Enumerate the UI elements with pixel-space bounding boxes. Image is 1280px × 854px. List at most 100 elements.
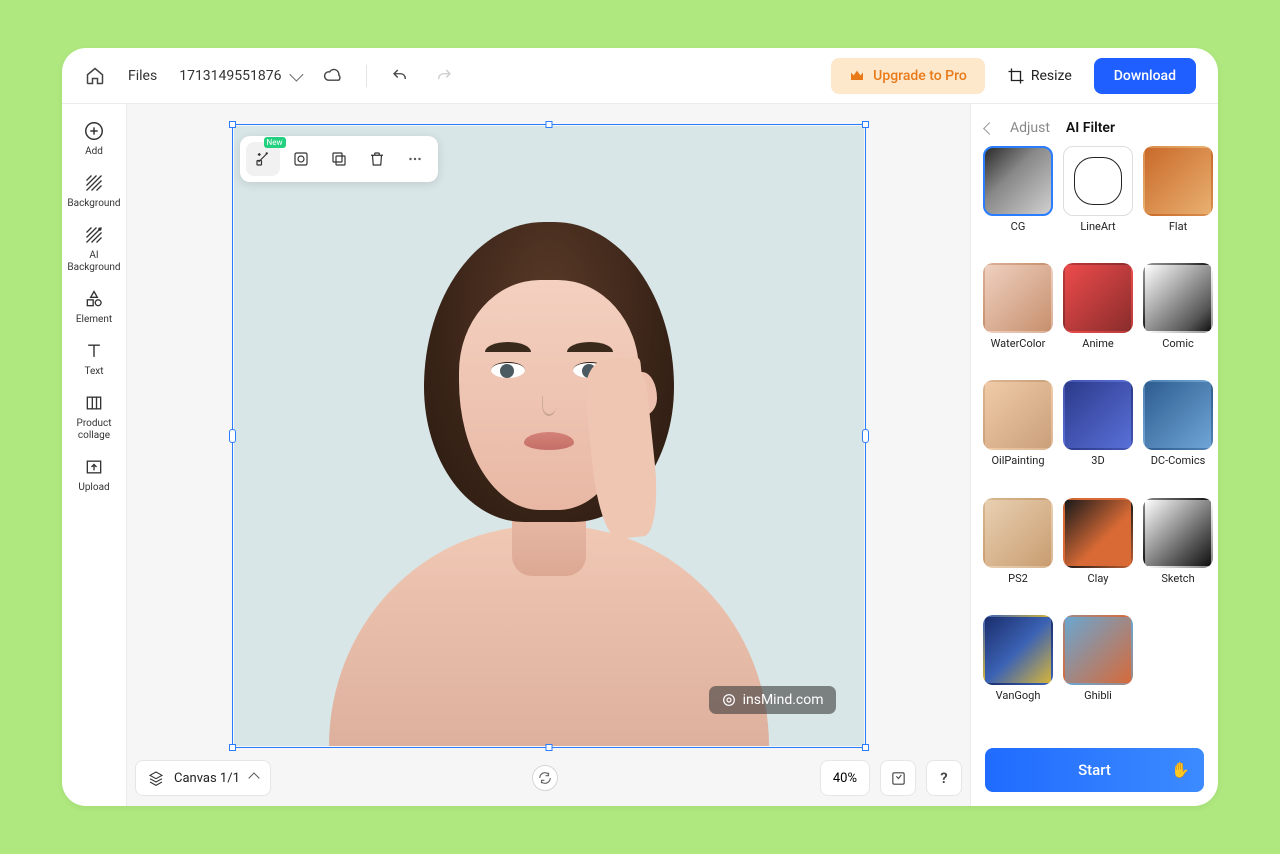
filter-lineart[interactable]: LineArt [1063, 146, 1133, 253]
filter-label: LineArt [1080, 220, 1115, 233]
resize-handle-tl[interactable] [229, 121, 236, 128]
tab-ai-filter[interactable]: AI Filter [1066, 120, 1115, 136]
download-label: Download [1114, 68, 1176, 84]
filter-thumbnail [1063, 615, 1133, 685]
resize-handle-mr[interactable] [862, 429, 869, 443]
filter-dc-comics[interactable]: DC-Comics [1143, 380, 1213, 487]
filter-vangogh[interactable]: VanGogh [983, 615, 1053, 722]
filter-sketch[interactable]: Sketch [1143, 498, 1213, 605]
sidebar-item-label: Upload [78, 482, 109, 494]
history-button[interactable] [880, 760, 916, 796]
sidebar-item-product-collage[interactable]: Product collage [64, 392, 124, 442]
filter-ghibli[interactable]: Ghibli [1063, 615, 1133, 722]
filter-3d[interactable]: 3D [1063, 380, 1133, 487]
resize-handle-tm[interactable] [545, 121, 552, 128]
filter-thumbnail [983, 263, 1053, 333]
filter-ps2[interactable]: PS2 [983, 498, 1053, 605]
text-icon [83, 340, 105, 362]
canvas-pager[interactable]: Canvas 1/1 [135, 760, 271, 796]
filter-thumbnail [1063, 263, 1133, 333]
sidebar-item-label: Background [67, 198, 120, 210]
start-button[interactable]: Start ✋ [985, 748, 1204, 792]
filter-label: Flat [1169, 220, 1187, 233]
refresh-icon[interactable] [532, 765, 558, 791]
more-tool[interactable] [398, 142, 432, 176]
undo-icon[interactable] [389, 65, 411, 87]
filter-label: DC-Comics [1151, 454, 1206, 467]
filter-label: Ghibli [1084, 689, 1112, 702]
tab-adjust[interactable]: Adjust [1010, 120, 1050, 136]
filter-thumbnail [1063, 380, 1133, 450]
filter-label: Comic [1162, 337, 1194, 350]
sidebar-item-ai-background[interactable]: AI Background [64, 224, 124, 274]
sidebar-item-element[interactable]: Element [64, 288, 124, 326]
resize-button[interactable]: Resize [1007, 67, 1072, 85]
upgrade-label: Upgrade to Pro [873, 68, 967, 84]
resize-handle-tr[interactable] [862, 121, 869, 128]
start-label: Start [1078, 761, 1111, 779]
back-icon[interactable] [983, 122, 996, 135]
sidebar-item-add[interactable]: Add [64, 120, 124, 158]
toolbar-divider [366, 65, 367, 87]
mask-tool[interactable] [284, 142, 318, 176]
floating-toolbar: New [240, 136, 438, 182]
download-button[interactable]: Download [1094, 58, 1196, 94]
canvas-bottom-bar: Canvas 1/1 40% ? [135, 758, 962, 798]
app-window: Files 1713149551876 Upgrade to Pro Resiz… [62, 48, 1218, 806]
filter-oilpainting[interactable]: OilPainting [983, 380, 1053, 487]
filter-flat[interactable]: Flat [1143, 146, 1213, 253]
filter-cg[interactable]: CG [983, 146, 1053, 253]
filter-comic[interactable]: Comic [1143, 263, 1213, 370]
sidebar-item-text[interactable]: Text [64, 340, 124, 378]
canvas-pager-label: Canvas 1/1 [174, 771, 240, 786]
resize-label: Resize [1031, 68, 1072, 84]
sidebar-item-label: Add [85, 146, 103, 158]
shapes-icon [83, 288, 105, 310]
filter-clay[interactable]: Clay [1063, 498, 1133, 605]
filter-label: PS2 [1008, 572, 1028, 585]
filter-label: VanGogh [996, 689, 1041, 702]
resize-handle-bl[interactable] [229, 744, 236, 751]
collage-icon [83, 392, 105, 414]
portrait-image [304, 186, 794, 746]
filter-thumbnail [983, 380, 1053, 450]
help-button[interactable]: ? [926, 760, 962, 796]
filter-label: 3D [1091, 454, 1104, 467]
resize-handle-ml[interactable] [229, 429, 236, 443]
upload-icon [83, 456, 105, 478]
canvas-area[interactable]: New [127, 104, 970, 806]
filter-thumbnail [1063, 498, 1133, 568]
upgrade-button[interactable]: Upgrade to Pro [831, 58, 985, 94]
filename-dropdown[interactable]: 1713149551876 [179, 68, 299, 84]
filter-thumbnail [1143, 146, 1213, 216]
redo-icon[interactable] [433, 65, 455, 87]
new-badge: New [264, 137, 286, 148]
zoom-label: 40% [833, 771, 857, 786]
home-icon[interactable] [84, 65, 106, 87]
filter-thumbnail [983, 146, 1053, 216]
resize-handle-br[interactable] [862, 744, 869, 751]
delete-tool[interactable] [360, 142, 394, 176]
hatch-icon [83, 172, 105, 194]
filter-anime[interactable]: Anime [1063, 263, 1133, 370]
sidebar-item-label: Text [84, 366, 103, 378]
watermark: insMind.com [709, 686, 836, 714]
sidebar-item-upload[interactable]: Upload [64, 456, 124, 494]
filter-thumbnail [983, 498, 1053, 568]
duplicate-tool[interactable] [322, 142, 356, 176]
sidebar-item-label: AI Background [67, 250, 120, 274]
zoom-level[interactable]: 40% [820, 760, 870, 796]
sidebar-item-background[interactable]: Background [64, 172, 124, 210]
panel-tabs: Adjust AI Filter [971, 104, 1218, 146]
artboard[interactable]: New [234, 126, 864, 746]
chevron-down-icon [289, 67, 303, 81]
files-menu[interactable]: Files [128, 68, 157, 84]
cloud-sync-icon[interactable] [322, 65, 344, 87]
filter-label: CG [1011, 220, 1026, 233]
filter-label: Anime [1082, 337, 1113, 350]
ai-magic-tool[interactable]: New [246, 142, 280, 176]
filter-thumbnail [1063, 146, 1133, 216]
filter-watercolor[interactable]: WaterColor [983, 263, 1053, 370]
left-sidebar: Add Background AI Background Element [62, 104, 127, 806]
watermark-text: insMind.com [743, 692, 824, 708]
